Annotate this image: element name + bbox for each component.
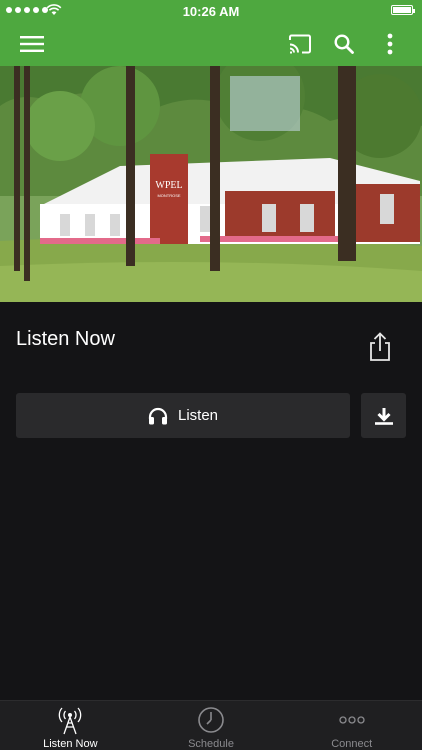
- station-sign-text: WPEL: [155, 180, 182, 191]
- status-bar: 10:26 AM: [0, 0, 422, 22]
- tab-label-schedule: Schedule: [188, 738, 234, 750]
- headphones-icon: [148, 407, 168, 424]
- search-button[interactable]: [322, 22, 366, 66]
- more-options-button[interactable]: [368, 22, 412, 66]
- listen-button[interactable]: Listen: [16, 393, 350, 438]
- download-icon: [374, 407, 393, 425]
- more-dots-icon: [339, 716, 365, 724]
- cast-icon: [289, 34, 311, 54]
- status-time: 10:26 AM: [182, 4, 240, 19]
- listen-button-label: Listen: [177, 407, 219, 424]
- station-sign-subtext: MONTROSE: [157, 193, 180, 198]
- download-button[interactable]: [361, 393, 406, 438]
- share-icon: [370, 332, 390, 361]
- tab-connect[interactable]: Connect: [281, 701, 422, 750]
- search-icon: [334, 34, 354, 54]
- tab-label-connect: Connect: [331, 738, 373, 750]
- battery-icon: [391, 5, 415, 15]
- menu-button[interactable]: [10, 22, 54, 66]
- radio-tower-icon: [59, 707, 82, 735]
- station-photo: WPEL MONTROSE: [0, 66, 422, 302]
- tab-bar: Listen Now Schedule Connect: [0, 700, 422, 750]
- clock-icon: [198, 707, 224, 733]
- tab-label-listen-now: Listen Now: [43, 738, 98, 750]
- app-bar: [0, 22, 422, 66]
- hamburger-menu-icon: [20, 36, 44, 52]
- share-button[interactable]: [366, 332, 394, 362]
- tab-schedule[interactable]: Schedule: [141, 701, 282, 750]
- page-title: Listen Now: [16, 328, 115, 350]
- tab-listen-now[interactable]: Listen Now: [0, 701, 141, 750]
- more-vertical-icon: [387, 33, 393, 55]
- cast-button[interactable]: [278, 22, 322, 66]
